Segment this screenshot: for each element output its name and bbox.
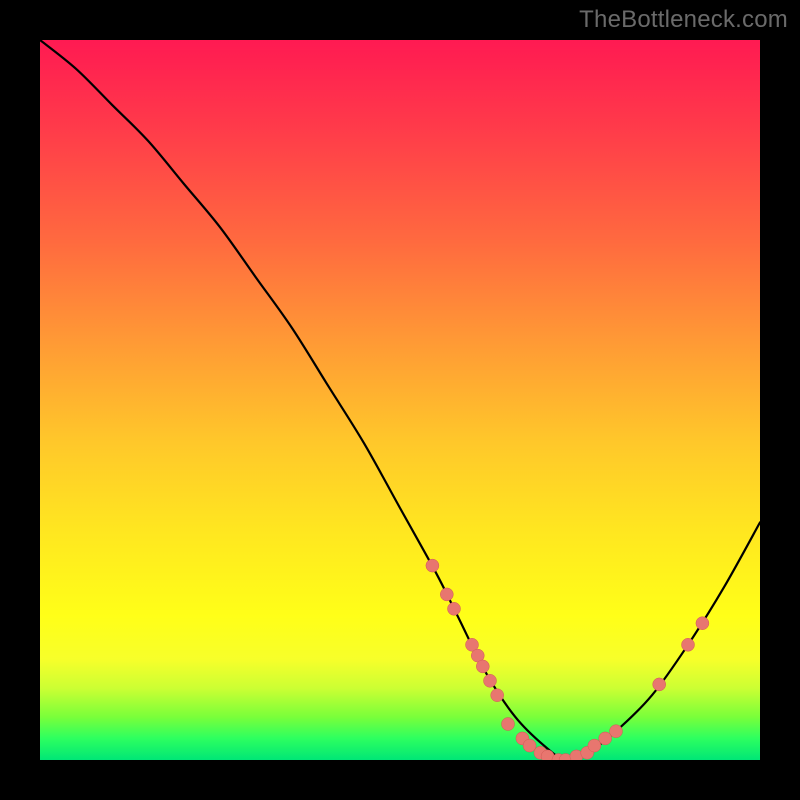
data-marker [653, 678, 666, 691]
data-marker [484, 674, 497, 687]
data-marker [523, 739, 536, 752]
marker-group [426, 559, 709, 760]
data-marker [476, 660, 489, 673]
data-marker [448, 602, 461, 615]
data-marker [440, 588, 453, 601]
data-marker [682, 638, 695, 651]
data-marker [491, 689, 504, 702]
data-marker [588, 739, 601, 752]
data-marker [426, 559, 439, 572]
data-marker [610, 725, 623, 738]
data-marker [599, 732, 612, 745]
data-marker [502, 718, 515, 731]
chart-svg [40, 40, 760, 760]
data-marker [696, 617, 709, 630]
curve-line [40, 40, 760, 760]
watermark-label: TheBottleneck.com [579, 6, 788, 34]
chart-container: TheBottleneck.com [0, 0, 800, 800]
